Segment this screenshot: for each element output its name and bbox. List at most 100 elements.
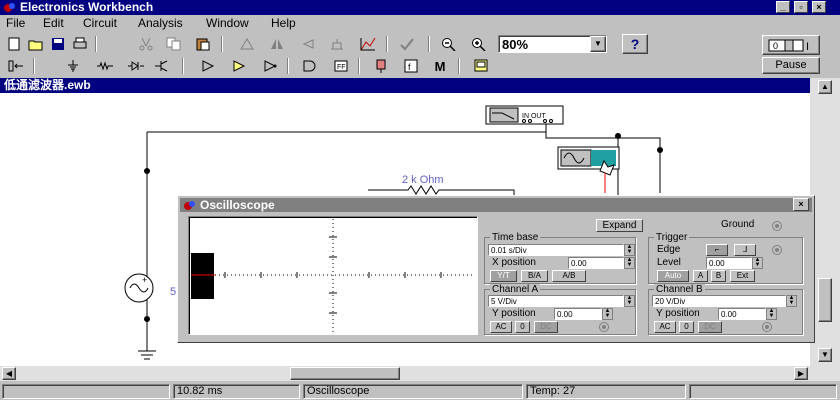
cut-icon[interactable]: [135, 34, 157, 54]
oscilloscope-instrument-icon[interactable]: [557, 146, 620, 176]
scroll-up-button[interactable]: ▲: [818, 80, 832, 94]
create-subcircuit-icon[interactable]: [357, 34, 379, 54]
parts-bin-toggle-icon[interactable]: [3, 56, 29, 76]
x-position-spinner[interactable]: ▲ ▼: [624, 257, 635, 269]
mode-ba-button[interactable]: B/A: [521, 270, 548, 282]
basic-parts-icon[interactable]: [94, 56, 116, 76]
svg-text:I: I: [806, 41, 809, 53]
channel-b-scale-spinner[interactable]: ▲ ▼: [786, 295, 797, 307]
power-switch[interactable]: I0: [762, 35, 820, 55]
horizontal-scrollbar[interactable]: ◀ ▶: [0, 366, 840, 381]
controls-icon[interactable]: f: [398, 56, 424, 76]
trigger-auto-button[interactable]: Auto: [657, 270, 689, 282]
channel-a-zero-button[interactable]: 0: [515, 321, 530, 333]
status-extra: [689, 384, 837, 399]
new-file-icon[interactable]: [3, 34, 25, 54]
minimize-button[interactable]: _: [776, 1, 790, 13]
menu-edit[interactable]: Edit: [43, 16, 64, 30]
menu-window[interactable]: Window: [206, 16, 249, 30]
digital-ics-icon[interactable]: [257, 56, 283, 76]
mode-yt-button[interactable]: Y/T: [490, 270, 517, 282]
zoom-out-icon[interactable]: [438, 34, 460, 54]
app-icon: [3, 1, 17, 13]
close-button[interactable]: ×: [812, 1, 826, 13]
menu-file[interactable]: File: [6, 16, 25, 30]
zoom-in-icon[interactable]: [468, 34, 490, 54]
rising-edge-icon[interactable]: ⌐: [706, 244, 728, 256]
channel-b-dc-button[interactable]: DC: [698, 321, 722, 333]
rotate-icon[interactable]: [236, 34, 258, 54]
analog-ics-icon[interactable]: [195, 56, 221, 76]
chevron-down-icon[interactable]: ▼: [590, 36, 606, 52]
pause-button[interactable]: Pause: [762, 57, 820, 74]
restore-button[interactable]: ▫: [794, 1, 808, 13]
component-properties-icon[interactable]: [326, 34, 348, 54]
sources-icon[interactable]: [62, 56, 84, 76]
logic-gates-icon[interactable]: [297, 56, 323, 76]
channel-a-label: Channel A: [490, 284, 541, 295]
channel-b-zero-button[interactable]: 0: [679, 321, 694, 333]
junction-node: [144, 168, 150, 174]
channel-a-y-position-field[interactable]: 0.00: [554, 308, 602, 320]
instruments-icon[interactable]: [468, 56, 494, 76]
time-base-value-field[interactable]: 0.01 s/Div: [488, 244, 624, 256]
status-time: 10.82 ms: [173, 384, 300, 399]
scroll-left-button[interactable]: ◀: [2, 367, 16, 380]
save-icon[interactable]: [47, 34, 69, 54]
diodes-icon[interactable]: [125, 56, 147, 76]
menu-analysis[interactable]: Analysis: [138, 16, 183, 30]
trigger-ext-button[interactable]: Ext: [730, 270, 755, 282]
menu-circuit[interactable]: Circuit: [83, 16, 117, 30]
flip-vertical-icon[interactable]: [298, 34, 320, 54]
expand-button[interactable]: Expand: [596, 219, 643, 232]
scroll-thumb[interactable]: [290, 367, 400, 380]
channel-b-scale-field[interactable]: 20 V/Div: [652, 295, 786, 307]
channel-a-ac-button[interactable]: AC: [490, 321, 512, 333]
ground-terminal-icon[interactable]: [772, 221, 782, 231]
copy-icon[interactable]: [163, 34, 185, 54]
app-title: Electronics Workbench: [20, 0, 154, 14]
channel-a-y-position-label: Y position: [492, 308, 536, 319]
oscilloscope-title-bar[interactable]: Oscilloscope ×: [180, 198, 812, 212]
channel-b-y-position-spinner[interactable]: ▲ ▼: [766, 308, 777, 320]
time-base-spinner[interactable]: ▲ ▼: [624, 244, 635, 256]
bode-plotter-icon[interactable]: IN OUT: [485, 105, 564, 125]
channel-b-terminal-icon[interactable]: [762, 322, 772, 332]
toolbar-parts: FF f M Pause: [0, 55, 840, 77]
print-icon[interactable]: [69, 34, 91, 54]
trigger-a-button[interactable]: A: [693, 270, 708, 282]
channel-a-scale-spinner[interactable]: ▲ ▼: [624, 295, 635, 307]
open-folder-icon[interactable]: [25, 34, 47, 54]
channel-a-terminal-icon[interactable]: [599, 322, 609, 332]
flip-horizontal-icon[interactable]: [266, 34, 288, 54]
trigger-b-button[interactable]: B: [711, 270, 726, 282]
channel-a-dc-button[interactable]: DC: [534, 321, 558, 333]
channel-b-y-position-field[interactable]: 0.00: [718, 308, 766, 320]
indicators-icon[interactable]: [368, 56, 394, 76]
channel-b-ac-button[interactable]: AC: [654, 321, 676, 333]
oscilloscope-window[interactable]: Oscilloscope × Expand Ground Time base 0…: [177, 195, 815, 343]
zoom-value: 80%: [502, 37, 529, 52]
ac-voltage-source[interactable]: +: [124, 273, 154, 303]
level-field[interactable]: 0.00: [706, 257, 752, 269]
channel-a-scale-field[interactable]: 5 V/Div: [488, 295, 624, 307]
trigger-terminal-icon[interactable]: [772, 245, 782, 255]
digital-blocks-icon[interactable]: FF: [328, 56, 354, 76]
channel-a-y-position-spinner[interactable]: ▲ ▼: [602, 308, 613, 320]
zoom-select[interactable]: 80% ▼: [498, 35, 607, 53]
falling-edge-icon[interactable]: ᒧ: [734, 244, 756, 256]
mode-ab-button[interactable]: A/B: [552, 270, 586, 282]
x-position-field[interactable]: 0.00: [568, 257, 624, 269]
level-spinner[interactable]: ▲ ▼: [752, 257, 763, 269]
help-button[interactable]: ?: [622, 34, 648, 54]
scroll-right-button[interactable]: ▶: [794, 367, 808, 380]
scroll-down-button[interactable]: ▼: [818, 348, 832, 362]
paste-icon[interactable]: [192, 34, 214, 54]
analysis-graph-icon[interactable]: [396, 34, 418, 54]
transistors-icon[interactable]: [152, 56, 174, 76]
oscilloscope-close-button[interactable]: ×: [793, 198, 809, 211]
menu-help[interactable]: Help: [271, 16, 296, 30]
miscellaneous-button[interactable]: M: [427, 56, 453, 76]
mixed-ics-icon[interactable]: [226, 56, 252, 76]
scroll-thumb[interactable]: [818, 278, 832, 322]
